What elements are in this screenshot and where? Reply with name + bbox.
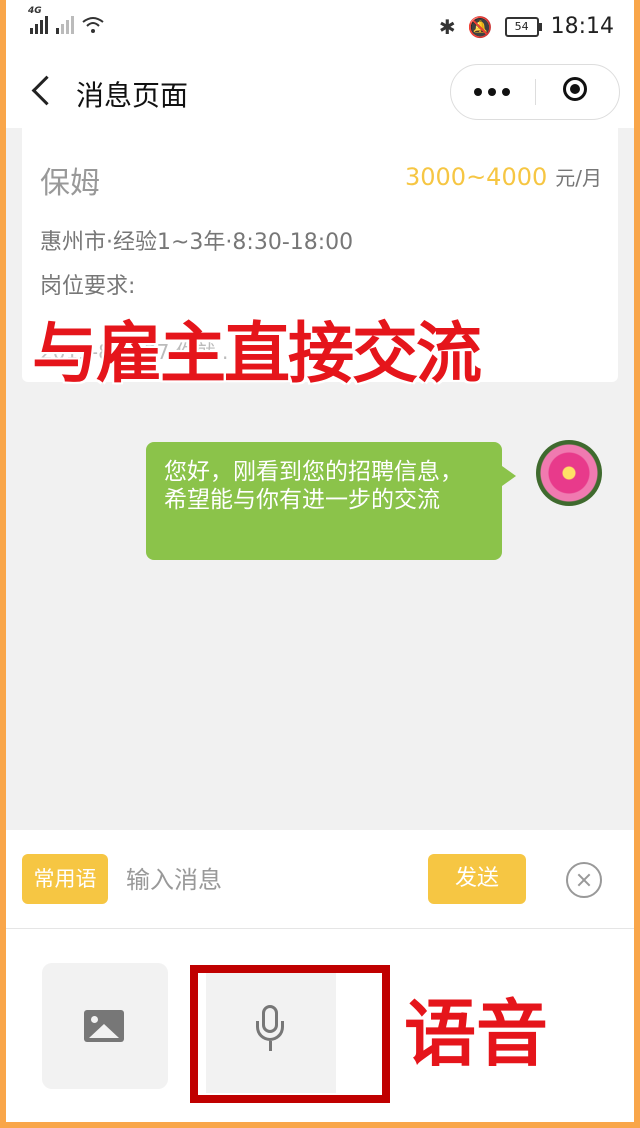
status-left: 4G: [28, 6, 104, 34]
job-requirement-label: 岗位要求:: [40, 274, 136, 299]
image-icon: [84, 1010, 124, 1042]
voice-caption: 语音: [404, 992, 549, 1076]
bell-off-icon: 🔕: [467, 14, 493, 39]
overlay-headline: 与雇主直接交流: [32, 315, 482, 392]
wifi-icon: [82, 17, 104, 33]
salary-unit: 元/月: [555, 166, 602, 190]
bottom-toolbar: 语音: [6, 929, 634, 1122]
close-miniprogram-icon[interactable]: [537, 65, 619, 119]
status-bar: 4G ✱ 🔕 54 18:14: [6, 0, 634, 56]
status-time: 18:14: [550, 14, 614, 39]
job-meta: 惠州市·经验1~3年·8:30-18:00: [40, 230, 354, 255]
input-bar: 常用语 发送: [6, 830, 634, 929]
message-text: 您好，刚看到您的招聘信息，希望能与你有进一步的交流: [164, 459, 463, 513]
network-type: 4G: [28, 6, 42, 16]
app-frame: 4G ✱ 🔕 54 18:14 消息页面 保姆 3000~4000 元/月 惠州…: [6, 0, 634, 1122]
send-button[interactable]: 发送: [428, 854, 526, 904]
capsule-divider: [535, 79, 536, 105]
bluetooth-icon: ✱: [438, 14, 456, 39]
job-salary: 3000~4000 元/月: [405, 162, 602, 191]
close-icon[interactable]: [566, 862, 602, 898]
image-button[interactable]: [42, 963, 168, 1089]
common-phrases-button[interactable]: 常用语: [22, 854, 108, 904]
signal-icon: [56, 12, 74, 34]
message-bubble[interactable]: 您好，刚看到您的招聘信息，希望能与你有进一步的交流: [146, 442, 516, 560]
signal-icon: 4G: [28, 6, 48, 34]
voice-highlight-frame: [190, 965, 390, 1103]
salary-range: 3000~4000: [404, 163, 548, 191]
back-icon[interactable]: [26, 70, 62, 114]
avatar[interactable]: [536, 440, 602, 506]
job-title: 保姆: [40, 166, 100, 201]
message-input[interactable]: [124, 856, 418, 904]
nav-bar: 消息页面: [6, 56, 634, 128]
more-icon[interactable]: [451, 65, 533, 119]
battery-icon: 54: [504, 16, 542, 37]
page-title: 消息页面: [76, 79, 189, 112]
miniprogram-capsule: [450, 64, 620, 120]
status-right: ✱ 🔕 54 18:14: [439, 14, 614, 39]
